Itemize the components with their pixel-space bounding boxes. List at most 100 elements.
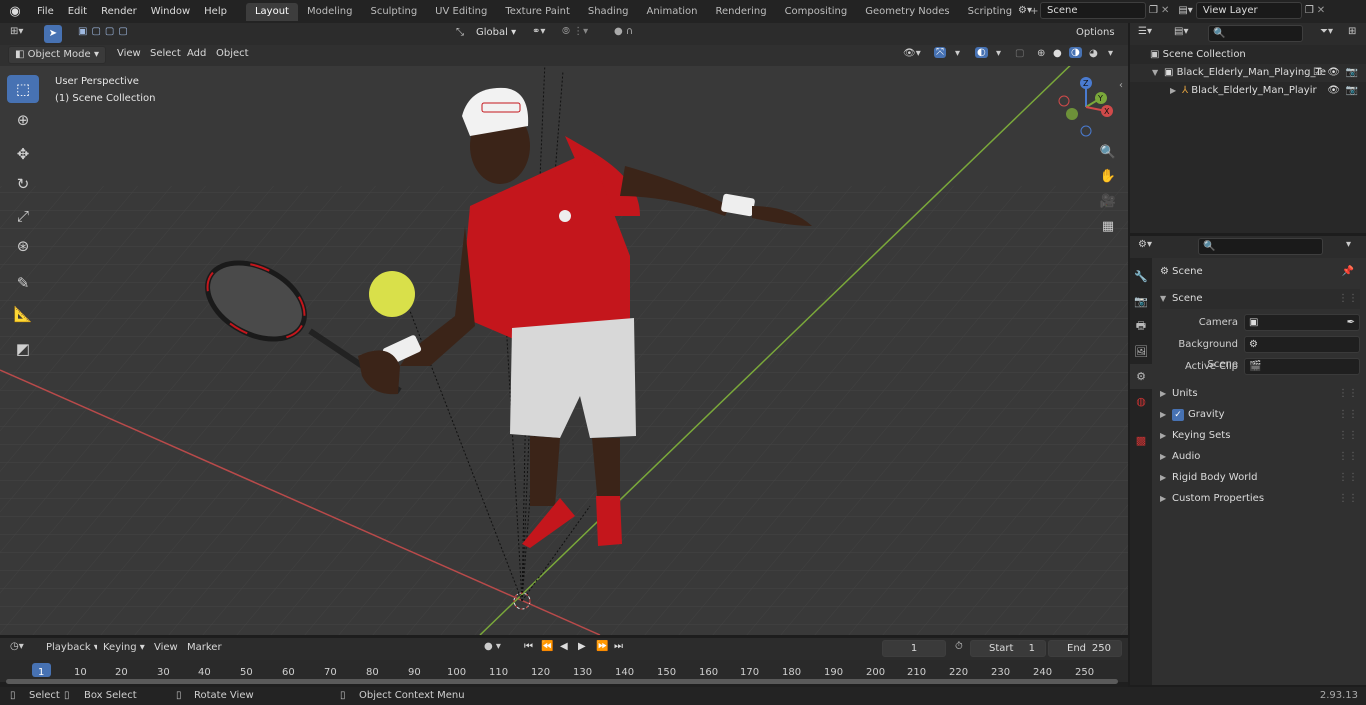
world-tab-icon[interactable]: ◍ [1130,389,1152,414]
view-layer-tab-icon[interactable]: 🖼 [1130,339,1152,364]
properties-options-icon[interactable]: ▾ [1346,239,1351,250]
jump-end-icon[interactable]: ⏭ [614,641,623,652]
menu-window[interactable]: Window [144,0,197,23]
rotate-tool[interactable]: ↻ [7,170,39,198]
add-cube-tool[interactable]: ◩ [7,335,39,363]
tab-sculpting[interactable]: Sculpting [361,3,426,21]
rigid-body-world-panel[interactable]: ▶ Rigid Body World ⋮⋮ [1160,468,1360,488]
select-tool-icon[interactable]: ➤ [44,25,62,43]
scale-tool[interactable]: ⤢ [7,202,39,230]
units-panel[interactable]: ▶ Units ⋮⋮ [1160,384,1360,404]
gravity-checkbox[interactable]: ✓ [1172,409,1184,421]
tab-texture-paint[interactable]: Texture Paint [496,3,579,21]
texture-tab-icon[interactable]: ▩ [1130,428,1152,453]
overlay-dropdown-icon[interactable]: ▾ [996,48,1001,59]
custom-properties-panel[interactable]: ▶ Custom Properties ⋮⋮ [1160,489,1360,509]
tab-shading[interactable]: Shading [579,3,638,21]
overlay-toggle-icon[interactable]: ◐ [975,47,988,58]
render-camera-icon[interactable]: 📷 [1346,82,1358,100]
render-camera-icon[interactable]: 📷 [1346,64,1358,82]
timeline-scrollbar[interactable] [6,679,1118,684]
view-layer-icon[interactable]: ▤▾ [1178,5,1192,16]
current-frame-field[interactable]: 1 [882,640,946,657]
background-scene-field[interactable]: ⚙ [1244,336,1360,353]
eye-icon[interactable]: 👁 [1327,64,1340,82]
properties-editor-icon[interactable]: ⚙▾ [1138,239,1152,250]
rendered-shading-icon[interactable]: ◕ [1089,48,1098,59]
drag-handle-icon[interactable]: ⋮⋮ [1338,447,1358,467]
close-scene-icon[interactable]: ✕ [1161,5,1169,16]
drag-handle-icon[interactable]: ⋮⋮ [1338,468,1358,488]
start-frame-field[interactable]: Start 1 [970,640,1046,657]
render-tab-icon[interactable]: 📷 [1130,289,1152,314]
next-keyframe-icon[interactable]: ⏩ [596,641,608,652]
play-icon[interactable]: ▶ [578,641,586,652]
view-menu[interactable]: View [117,48,141,59]
tool-tab-icon[interactable]: 🔧 [1130,264,1152,289]
navigation-gizmo[interactable]: Z Y X [1055,74,1115,144]
select-menu[interactable]: Select [150,48,181,59]
tab-modeling[interactable]: Modeling [298,3,362,21]
tab-animation[interactable]: Animation [638,3,707,21]
drag-handle-icon[interactable]: ⋮⋮ [1338,289,1358,309]
pin-icon[interactable]: 📌 [1342,262,1354,282]
tab-compositing[interactable]: Compositing [776,3,857,21]
view-layer-selector[interactable]: View Layer [1195,2,1302,19]
gravity-panel[interactable]: ▶ ✓ Gravity ⋮⋮ [1160,405,1360,425]
select-mode-icons[interactable]: ▣▢▢▢ [78,26,132,37]
scene-selector[interactable]: Scene [1040,2,1146,19]
playback-menu[interactable]: Playback ▾ [40,640,105,658]
sidebar-toggle-icon[interactable]: ‹ [1119,80,1123,91]
outliner-editor-icon[interactable]: ☰▾ [1138,26,1152,37]
material-shading-icon[interactable]: ◑ [1069,47,1082,58]
measure-tool[interactable]: 📐 [7,300,39,328]
eye-icon[interactable]: 👁 [1327,82,1340,100]
editor-type-icon[interactable]: ⊞▾ [10,26,23,37]
timeline-editor-icon[interactable]: ◷▾ [10,641,24,652]
move-tool[interactable]: ✥ [7,140,39,168]
options-dropdown[interactable]: Options ▾ [1070,25,1124,54]
end-frame-field[interactable]: End 250 [1048,640,1122,657]
outliner-search-input[interactable]: 🔍 [1208,25,1303,42]
transform-orientation-dropdown[interactable]: Global ▾ [470,25,524,42]
menu-file[interactable]: File [30,0,61,23]
tab-uv-editing[interactable]: UV Editing [426,3,496,21]
solid-shading-icon[interactable]: ● [1053,48,1062,59]
tab-geometry-nodes[interactable]: Geometry Nodes [856,3,958,21]
keying-sets-panel[interactable]: ▶ Keying Sets ⋮⋮ [1160,426,1360,446]
camera-view-icon[interactable]: 🎥 [1097,190,1119,212]
close-view-layer-icon[interactable]: ✕ [1317,5,1325,16]
exclude-checkbox[interactable]: ☑ [1313,64,1322,82]
play-reverse-icon[interactable]: ◀ [560,641,568,652]
blender-logo-icon[interactable]: ◉ [0,4,30,19]
visibility-icon[interactable]: 👁▾ [903,48,921,59]
transform-tool[interactable]: ⊛ [7,232,39,260]
active-clip-field[interactable]: 🎬 [1244,358,1360,375]
gizmo-dropdown-icon[interactable]: ▾ [955,48,960,59]
xray-icon[interactable]: ▢ [1015,48,1024,59]
select-box-tool[interactable]: ⬚ [7,75,39,103]
shading-dropdown-icon[interactable]: ▾ [1108,48,1113,59]
expand-icon[interactable]: ▶ [1170,82,1182,100]
record-icon[interactable]: ● ▾ [484,641,501,652]
properties-search-input[interactable]: 🔍 [1198,238,1323,255]
scene-tab-icon[interactable]: ⚙ [1130,364,1152,389]
cursor-tool[interactable]: ⊕ [7,106,39,134]
camera-field[interactable]: ▣ ✒ [1244,314,1360,331]
drag-handle-icon[interactable]: ⋮⋮ [1338,426,1358,446]
outliner-row-collection[interactable]: ▼ ▣ Black_Elderly_Man_Playing_Te ☑ 👁 📷 [1130,64,1366,82]
proportional-edit-icon[interactable]: ● ∩ [614,26,633,37]
tab-scripting[interactable]: Scripting [959,3,1021,21]
zoom-icon[interactable]: 🔍 [1097,141,1119,163]
gizmo-toggle-icon[interactable]: ⤧ [934,47,946,58]
keying-menu[interactable]: Keying ▾ [97,640,151,658]
drag-handle-icon[interactable]: ⋮⋮ [1338,384,1358,404]
output-tab-icon[interactable]: 🖶 [1130,314,1152,339]
jump-start-icon[interactable]: ⏮ [524,641,533,652]
prev-keyframe-icon[interactable]: ⏪ [541,641,553,652]
snap-icon[interactable]: ⦾ ⋮▾ [562,26,588,37]
drag-handle-icon[interactable]: ⋮⋮ [1338,489,1358,509]
copy-view-layer-icon[interactable]: ❐ [1305,5,1314,16]
filter-icon[interactable]: ⏷▾ [1320,26,1333,37]
grid-perspective-icon[interactable]: ▦ [1097,215,1119,237]
